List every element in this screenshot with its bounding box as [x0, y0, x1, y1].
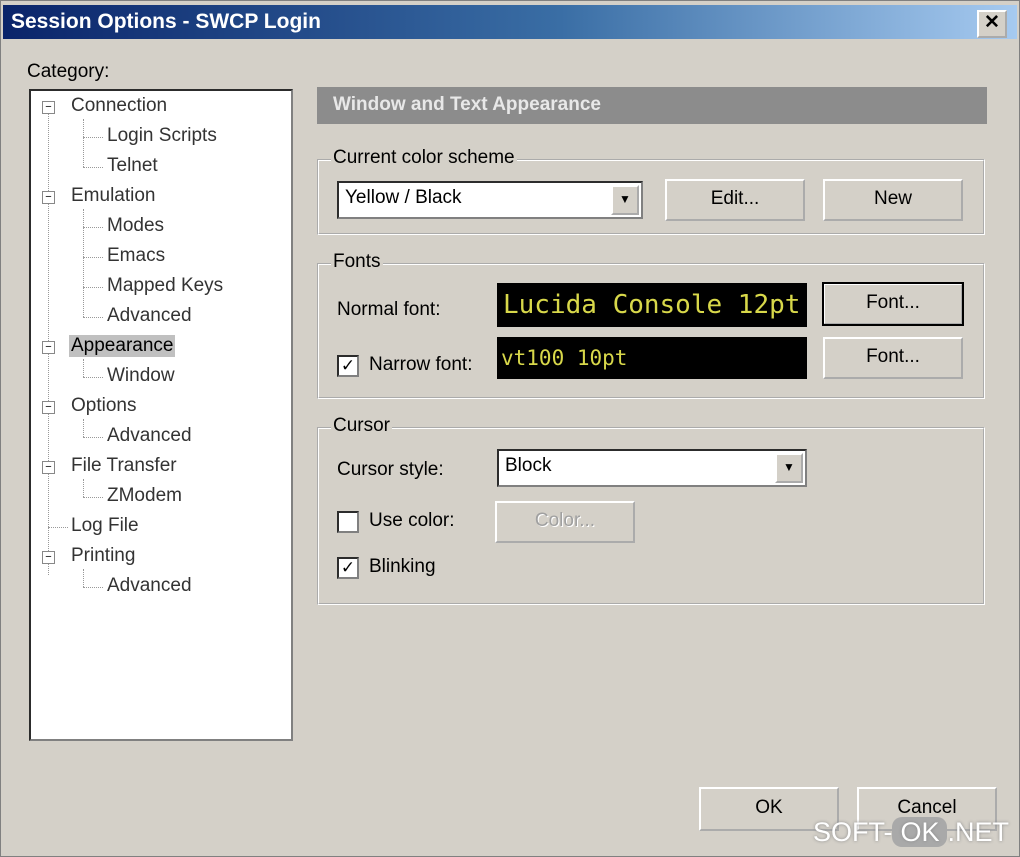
tree-item-emulation[interactable]: Emulation [71, 185, 156, 207]
tree-branch-line [83, 419, 84, 437]
tree-branch-line [83, 479, 84, 497]
new-scheme-button[interactable]: New [823, 179, 963, 221]
narrow-font-button[interactable]: Font... [823, 337, 963, 379]
tree-branch-line [83, 209, 84, 317]
tree-item-window[interactable]: Window [107, 365, 175, 387]
session-options-dialog: Session Options - SWCP Login ✕ Category:… [0, 0, 1020, 857]
expander-file-transfer[interactable]: − [42, 461, 55, 474]
tree-item-connection[interactable]: Connection [71, 95, 167, 117]
tree-branch-line [83, 287, 103, 288]
cursor-style-select[interactable]: Block ▼ [497, 449, 807, 487]
tree-branch-line [83, 437, 103, 438]
window-title: Session Options - SWCP Login [11, 10, 321, 33]
tree-item-emulation-advanced[interactable]: Advanced [107, 305, 192, 327]
cursor-color-button[interactable]: Color... [495, 501, 635, 543]
chevron-down-icon[interactable]: ▼ [611, 185, 639, 215]
tree-branch-line [83, 359, 84, 377]
narrow-font-checkbox[interactable]: ✓ [337, 355, 359, 377]
tree-item-file-transfer[interactable]: File Transfer [71, 455, 177, 477]
normal-font-preview: Lucida Console 12pt [497, 283, 807, 327]
watermark-right: .NET [947, 817, 1009, 847]
tree-branch-line [48, 527, 68, 528]
expander-printing[interactable]: − [42, 551, 55, 564]
category-label: Category: [27, 61, 110, 82]
chevron-down-icon[interactable]: ▼ [775, 453, 803, 483]
tree-item-options-advanced[interactable]: Advanced [107, 425, 192, 447]
narrow-font-label: Narrow font: [369, 354, 473, 375]
narrow-font-preview: vt100 10pt [497, 337, 807, 379]
color-scheme-select[interactable]: Yellow / Black ▼ [337, 181, 643, 219]
tree-branch-line [83, 569, 84, 587]
blinking-checkbox[interactable]: ✓ [337, 557, 359, 579]
tree-item-appearance[interactable]: Appearance [69, 335, 176, 357]
watermark-left: SOFT- [812, 817, 893, 847]
normal-font-button[interactable]: Font... [822, 282, 964, 326]
edit-scheme-button[interactable]: Edit... [665, 179, 805, 221]
category-tree[interactable]: − − − − − − Connection Login Scripts Tel… [29, 89, 293, 741]
color-scheme-value: Yellow / Black [345, 187, 462, 208]
cursor-style-label: Cursor style: [337, 459, 444, 480]
watermark: SOFT- OK .NET [813, 817, 1009, 848]
cursor-group-title: Cursor [331, 415, 393, 437]
panel-header-title: Window and Text Appearance [333, 94, 601, 115]
use-color-label: Use color: [369, 510, 455, 531]
fonts-group-title: Fonts [331, 251, 383, 273]
tree-branch-line [83, 377, 103, 378]
normal-font-label: Normal font: [337, 299, 441, 320]
tree-item-mapped-keys[interactable]: Mapped Keys [107, 275, 223, 297]
expander-connection[interactable]: − [42, 101, 55, 114]
tree-item-printing[interactable]: Printing [71, 545, 135, 567]
cursor-style-value: Block [505, 455, 552, 476]
tree-branch-line [83, 497, 103, 498]
tree-item-login-scripts[interactable]: Login Scripts [107, 125, 217, 147]
tree-item-log-file[interactable]: Log File [71, 515, 139, 537]
panel-header: Window and Text Appearance [317, 87, 987, 124]
expander-options[interactable]: − [42, 401, 55, 414]
tree-item-options[interactable]: Options [71, 395, 136, 417]
tree-branch-line [83, 137, 103, 138]
expander-appearance[interactable]: − [42, 341, 55, 354]
close-button[interactable]: ✕ [977, 10, 1007, 38]
tree-branch-line [83, 119, 84, 167]
tree-branch-line [83, 227, 103, 228]
color-scheme-group-title: Current color scheme [331, 147, 517, 169]
expander-emulation[interactable]: − [42, 191, 55, 204]
blinking-label: Blinking [369, 556, 436, 577]
title-bar[interactable]: Session Options - SWCP Login ✕ [3, 5, 1017, 39]
tree-branch-line [83, 257, 103, 258]
tree-branch-line [83, 167, 103, 168]
tree-item-printing-advanced[interactable]: Advanced [107, 575, 192, 597]
use-color-checkbox[interactable] [337, 511, 359, 533]
tree-item-telnet[interactable]: Telnet [107, 155, 158, 177]
tree-item-zmodem[interactable]: ZModem [107, 485, 182, 507]
tree-branch-line [83, 587, 103, 588]
tree-item-modes[interactable]: Modes [107, 215, 164, 237]
tree-branch-line [83, 317, 103, 318]
tree-item-emacs[interactable]: Emacs [107, 245, 165, 267]
watermark-ok: OK [892, 817, 948, 847]
